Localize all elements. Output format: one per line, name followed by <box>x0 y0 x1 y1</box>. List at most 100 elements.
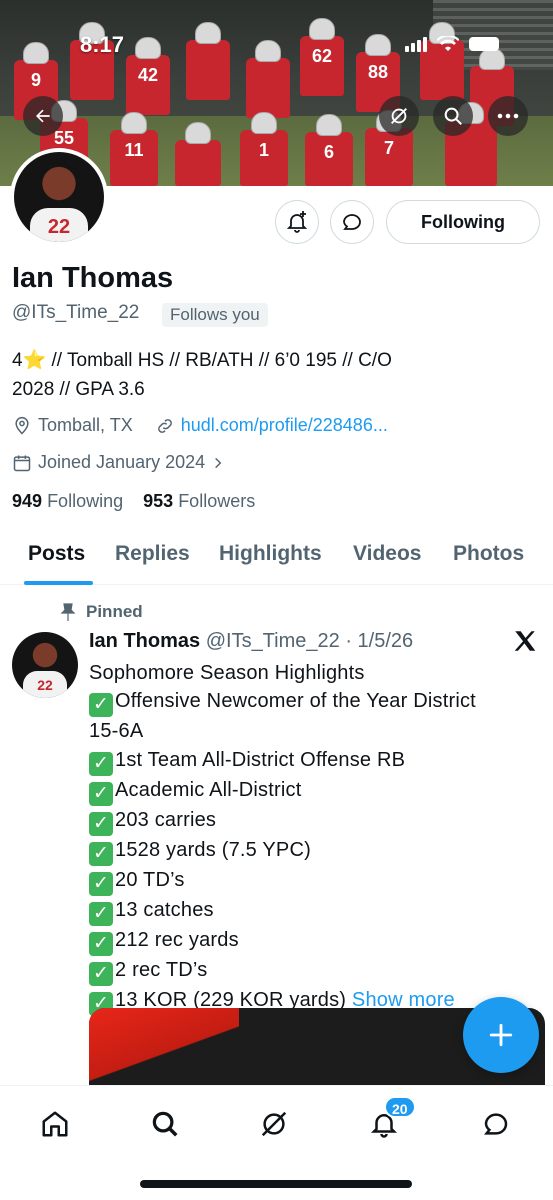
following-button[interactable]: Following <box>386 200 540 244</box>
check-mark-icon: ✓ <box>89 901 113 926</box>
tab-posts[interactable]: Posts <box>28 542 85 566</box>
x-logo-icon <box>514 631 536 651</box>
post-body-text: 20 TD’s <box>115 868 185 891</box>
follow-counts: 949 Following 953 Followers <box>12 491 255 512</box>
compose-fab[interactable] <box>463 997 539 1073</box>
avatar-photo: 22 <box>14 152 104 242</box>
tab-videos[interactable]: Videos <box>353 542 421 566</box>
post-body-text: 203 carries <box>115 808 217 831</box>
post-body-line: ✓ Academic All-District <box>89 776 545 806</box>
post-author-name[interactable]: Ian Thomas <box>89 630 200 652</box>
post-author-meta: @ITs_Time_22 · 1/5/26 <box>205 630 414 652</box>
search-icon <box>152 1111 178 1137</box>
post-body-line: Sophomore Season Highlights <box>89 659 545 687</box>
post-body-line: 15-6A <box>89 717 545 745</box>
nav-search[interactable] <box>145 1104 185 1144</box>
post-body-line: ✓ 1528 yards (7.5 YPC) <box>89 836 545 866</box>
status-time: 8:17 <box>80 32 125 57</box>
post-body-line: ✓ 13 catches <box>89 896 545 926</box>
wifi-icon <box>437 36 459 51</box>
post-body-line: ✓ 20 TD’s <box>89 866 545 896</box>
nav-home[interactable] <box>35 1104 75 1144</box>
check-mark-icon: ✓ <box>89 781 113 806</box>
banner-player <box>186 22 230 100</box>
search-button[interactable] <box>433 96 473 136</box>
post-author-avatar[interactable]: 22 <box>12 632 78 698</box>
bio-line: 2028 // GPA 3.6 <box>12 379 145 400</box>
profile-handle: @ITs_Time_22 <box>12 302 140 323</box>
back-button[interactable] <box>23 96 63 136</box>
profile-location: Tomball, TX <box>38 415 133 435</box>
notify-button[interactable] <box>275 200 319 244</box>
check-mark-icon: ✓ <box>89 693 113 718</box>
grok-button[interactable] <box>379 96 419 136</box>
pinned-indicator: Pinned <box>60 602 143 622</box>
post-header: Ian Thomas @ITs_Time_22 · 1/5/26 <box>89 630 413 653</box>
profile-joined-row[interactable]: Joined January 2024 <box>12 452 225 473</box>
cellular-signal-icon <box>405 36 427 52</box>
arrow-left-icon <box>36 109 50 123</box>
followers-count-link[interactable]: 953 Followers <box>143 491 255 511</box>
grok-icon <box>391 108 407 124</box>
bell-plus-icon <box>286 211 308 233</box>
pinned-label: Pinned <box>86 602 143 621</box>
post-body-line: ✓ 2 rec TD’s <box>89 956 545 986</box>
check-mark-icon: ✓ <box>89 931 113 956</box>
chat-bubble-icon <box>484 1113 508 1135</box>
location-pin-icon <box>15 416 29 435</box>
post-body-text: 15-6A <box>89 720 144 743</box>
banner-player: 62 <box>300 18 344 96</box>
profile-avatar[interactable]: 22 <box>10 148 108 246</box>
banner-player: 6 <box>305 114 353 186</box>
post-body-text: Sophomore Season Highlights <box>89 662 365 684</box>
banner-player: 11 <box>110 112 158 186</box>
nav-messages[interactable] <box>476 1104 516 1144</box>
search-icon <box>444 107 462 125</box>
tab-photos[interactable]: Photos <box>453 542 524 566</box>
plus-icon <box>489 1023 513 1047</box>
profile-tabs: Posts Replies Highlights Videos Photos <box>0 530 553 585</box>
home-icon <box>42 1111 68 1137</box>
tab-highlights[interactable]: Highlights <box>219 542 322 566</box>
follows-you-badge: Follows you <box>162 303 268 327</box>
post-body[interactable]: Sophomore Season Highlights ✓ Offensive Ne… <box>89 659 545 1016</box>
check-mark-icon: ✓ <box>89 841 113 866</box>
avatar-jersey-number: 22 <box>47 216 71 239</box>
pin-icon <box>60 603 76 621</box>
nav-grok[interactable] <box>254 1104 294 1144</box>
following-count-link[interactable]: 949 Following <box>12 491 123 511</box>
profile-joined: Joined January 2024 <box>38 452 206 472</box>
check-mark-icon: ✓ <box>89 811 113 836</box>
nav-notifications[interactable]: 20 <box>364 1096 416 1144</box>
chat-bubble-icon <box>343 214 361 230</box>
banner-player: 1 <box>240 112 288 186</box>
more-button[interactable] <box>488 96 528 136</box>
banner-player: 7 <box>365 110 413 186</box>
post-body-line: ✓ Offensive Newcomer of the Year District <box>89 687 545 718</box>
bio-line: 4⭐️ // Tomball HS // RB/ATH // 6’0 195 /… <box>12 350 392 371</box>
check-mark-icon: ✓ <box>89 871 113 896</box>
notifications-badge: 20 <box>384 1096 416 1118</box>
post-body-text: Academic All-District <box>115 778 302 801</box>
post-body-text: 212 rec yards <box>115 928 239 951</box>
status-icons <box>405 36 499 52</box>
post-body-text: 1528 yards (7.5 YPC) <box>115 838 311 861</box>
profile-meta-row: Tomball, TX hudl.com/profile/228486... <box>12 415 388 436</box>
message-button[interactable] <box>330 200 374 244</box>
profile-bio: 4⭐️ // Tomball HS // RB/ATH // 6’0 195 /… <box>12 346 532 404</box>
post-body-text: 2 rec TD’s <box>115 958 208 981</box>
chevron-right-icon <box>215 457 222 468</box>
banner-player <box>246 40 290 118</box>
more-dots-icon <box>497 113 519 119</box>
post-body-text: 13 catches <box>115 898 214 921</box>
calendar-icon <box>13 455 31 471</box>
check-mark-icon: ✓ <box>89 751 113 776</box>
tab-replies[interactable]: Replies <box>115 542 190 566</box>
post-body-line: ✓ 1st Team All-District Offense RB <box>89 746 545 776</box>
post-body-text: 1st Team All-District Offense RB <box>115 748 406 771</box>
grok-icon <box>261 1111 287 1137</box>
battery-icon <box>469 37 499 51</box>
post-body-line: ✓ 212 rec yards <box>89 926 545 956</box>
post-body-line: ✓ 203 carries <box>89 806 545 836</box>
profile-website-link[interactable]: hudl.com/profile/228486... <box>181 415 388 436</box>
